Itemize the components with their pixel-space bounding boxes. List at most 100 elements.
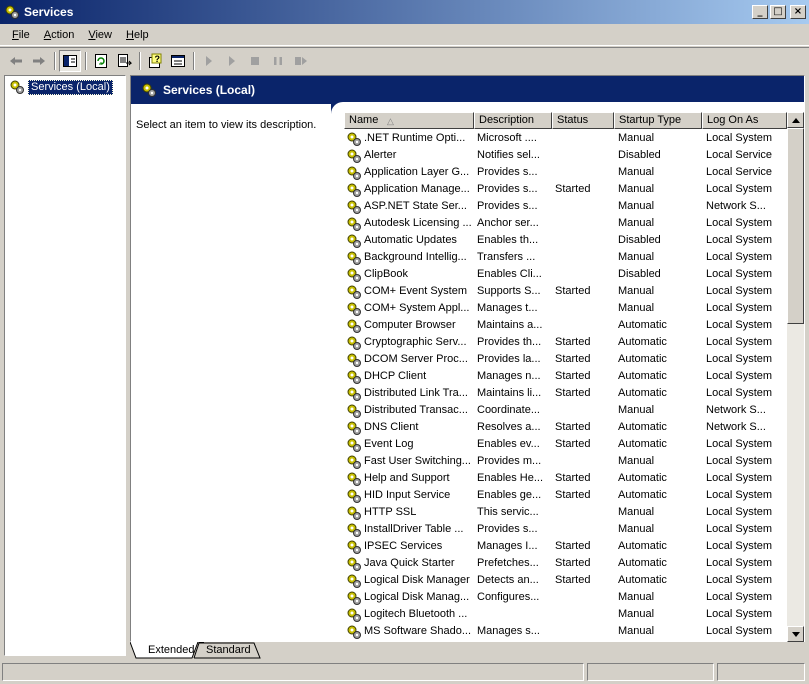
scroll-thumb[interactable] <box>787 128 804 324</box>
table-row[interactable]: Computer Browser Maintains a... Automatic L… <box>344 317 787 334</box>
table-row[interactable]: Event Log Enables ev... Started Automatic Lo… <box>344 436 787 453</box>
maximize-button[interactable]: □ <box>770 5 786 19</box>
menu-view[interactable]: View <box>81 29 119 41</box>
table-row[interactable]: Automatic Updates Enables th... Disabled Lo… <box>344 232 787 249</box>
service-name: DNS Client <box>364 421 419 433</box>
table-row[interactable]: .NET Runtime Opti... Microsoft .... Manual… <box>344 130 787 147</box>
table-row[interactable]: IPSEC Services Manages I... Started Automat… <box>344 538 787 555</box>
service-gear-icon <box>347 523 361 537</box>
start-service-alt-button[interactable] <box>221 50 243 72</box>
service-name-cell: DNS Client <box>344 419 474 436</box>
column-header-startup-type[interactable]: Startup Type <box>614 112 702 129</box>
service-description: Manages t... <box>477 302 538 314</box>
table-row[interactable]: ClipBook Enables Cli... Disabled Local Syst… <box>344 266 787 283</box>
service-log-on-as: Local System <box>706 557 773 569</box>
menu-help[interactable]: Help <box>119 29 156 41</box>
services-gear-icon <box>142 83 156 97</box>
service-name-cell: Logical Disk Manager <box>344 572 474 589</box>
column-header-status[interactable]: Status <box>552 112 614 129</box>
service-startup-type: Manual <box>618 183 655 195</box>
service-name-cell: .NET Runtime Opti... <box>344 130 474 147</box>
table-row[interactable]: HTTP SSL This servic... Manual Local System <box>344 504 787 521</box>
table-row[interactable]: MS Software Shado... Manages s... Manual Lo… <box>344 623 787 640</box>
service-status: Started <box>555 540 591 552</box>
service-startup-type: Manual <box>618 302 655 314</box>
refresh-button[interactable] <box>90 50 112 72</box>
tree-node-services-local[interactable]: Services (Local) <box>9 79 113 95</box>
back-button[interactable] <box>5 50 27 72</box>
service-status: Started <box>555 438 591 450</box>
service-name: Logical Disk Manag... <box>364 591 470 603</box>
properties-button[interactable] <box>167 50 189 72</box>
table-row[interactable]: Distributed Link Tra... Maintains li... St… <box>344 385 787 402</box>
show-hide-tree-button[interactable] <box>59 49 81 72</box>
menu-file[interactable]: File <box>0 29 37 41</box>
table-row[interactable]: Help and Support Enables He... Started Auto… <box>344 470 787 487</box>
service-name: Help and Support <box>364 472 450 484</box>
table-row[interactable]: COM+ Event System Supports S... Started Man… <box>344 283 787 300</box>
scroll-up-button[interactable] <box>787 112 804 128</box>
forward-button[interactable] <box>28 50 50 72</box>
service-status: Started <box>555 421 591 433</box>
vertical-scrollbar[interactable] <box>787 112 804 642</box>
column-header-description[interactable]: Description <box>474 112 552 129</box>
pause-service-button[interactable] <box>267 50 289 72</box>
services-list[interactable]: Name △ Description Status Startup Type L… <box>344 112 804 642</box>
table-row[interactable]: Cryptographic Serv... Provides th... Start… <box>344 334 787 351</box>
service-startup-type: Automatic <box>618 319 667 331</box>
table-row[interactable]: HID Input Service Enables ge... Started Aut… <box>344 487 787 504</box>
tab-standard[interactable]: Standard <box>192 642 265 659</box>
table-row[interactable]: Fast User Switching... Provides m... Manua… <box>344 453 787 470</box>
table-row[interactable]: DNS Client Resolves a... Started Automatic N… <box>344 419 787 436</box>
export-list-button[interactable] <box>113 50 135 72</box>
stop-service-button[interactable] <box>244 50 266 72</box>
help-button[interactable]: ? <box>144 50 166 72</box>
table-row[interactable]: Logitech Bluetooth ... Manual Local System <box>344 606 787 623</box>
service-name: Event Log <box>364 438 414 450</box>
column-header-log-on-as[interactable]: Log On As <box>702 112 787 129</box>
table-row[interactable]: Application Manage... Provides s... Starte… <box>344 181 787 198</box>
table-row[interactable]: ASP.NET State Ser... Provides s... Manual N… <box>344 198 787 215</box>
service-log-on-as: Local System <box>706 489 773 501</box>
table-row[interactable]: InstallDriver Table ... Provides s... Manu… <box>344 521 787 538</box>
close-button[interactable]: × <box>790 5 806 19</box>
service-description: Anchor ser... <box>477 217 539 229</box>
table-row[interactable]: Logical Disk Manag... Configures... Manual… <box>344 589 787 606</box>
service-log-on-as: Local Service <box>706 166 773 178</box>
column-header-name[interactable]: Name △ <box>344 112 474 129</box>
service-startup-type: Manual <box>618 591 655 603</box>
status-pane-3 <box>717 663 805 681</box>
service-startup-type: Automatic <box>618 489 667 501</box>
service-name-cell: Logitech Bluetooth ... <box>344 606 474 623</box>
table-row[interactable]: Alerter Notifies sel... Disabled Local Serv… <box>344 147 787 164</box>
service-name: COM+ System Appl... <box>364 302 470 314</box>
service-startup-type: Manual <box>618 608 655 620</box>
service-gear-icon <box>347 489 361 503</box>
service-name-cell: Help and Support <box>344 470 474 487</box>
table-row[interactable]: Autodesk Licensing ... Anchor ser... Manua… <box>344 215 787 232</box>
service-gear-icon <box>347 387 361 401</box>
table-row[interactable]: DHCP Client Manages n... Started Automatic L… <box>344 368 787 385</box>
table-row[interactable]: DCOM Server Proc... Provides la... Started… <box>344 351 787 368</box>
service-startup-type: Automatic <box>618 353 667 365</box>
table-row[interactable]: COM+ System Appl... Manages t... Manual Loc… <box>344 300 787 317</box>
toolbar-separator <box>85 51 87 70</box>
table-row[interactable]: Background Intellig... Transfers ... Manua… <box>344 249 787 266</box>
minimize-button[interactable]: _ <box>752 5 768 19</box>
start-service-button[interactable] <box>198 50 220 72</box>
service-name-cell: HID Input Service <box>344 487 474 504</box>
console-tree[interactable]: Services (Local) <box>4 75 126 656</box>
table-row[interactable]: Application Layer G... Provides s... Manua… <box>344 164 787 181</box>
service-gear-icon <box>347 608 361 622</box>
menu-action[interactable]: Action <box>37 29 82 41</box>
service-log-on-as: Local System <box>706 353 773 365</box>
service-name: Cryptographic Serv... <box>364 336 467 348</box>
table-row[interactable]: Java Quick Starter Prefetches... Started Au… <box>344 555 787 572</box>
service-description: Maintains li... <box>477 387 542 399</box>
scroll-down-button[interactable] <box>787 626 804 642</box>
title-bar[interactable]: Services _ □ × <box>0 0 809 24</box>
service-gear-icon <box>347 438 361 452</box>
table-row[interactable]: Distributed Transac... Coordinate... Manua… <box>344 402 787 419</box>
restart-service-button[interactable] <box>290 50 312 72</box>
table-row[interactable]: Logical Disk Manager Detects an... Started… <box>344 572 787 589</box>
